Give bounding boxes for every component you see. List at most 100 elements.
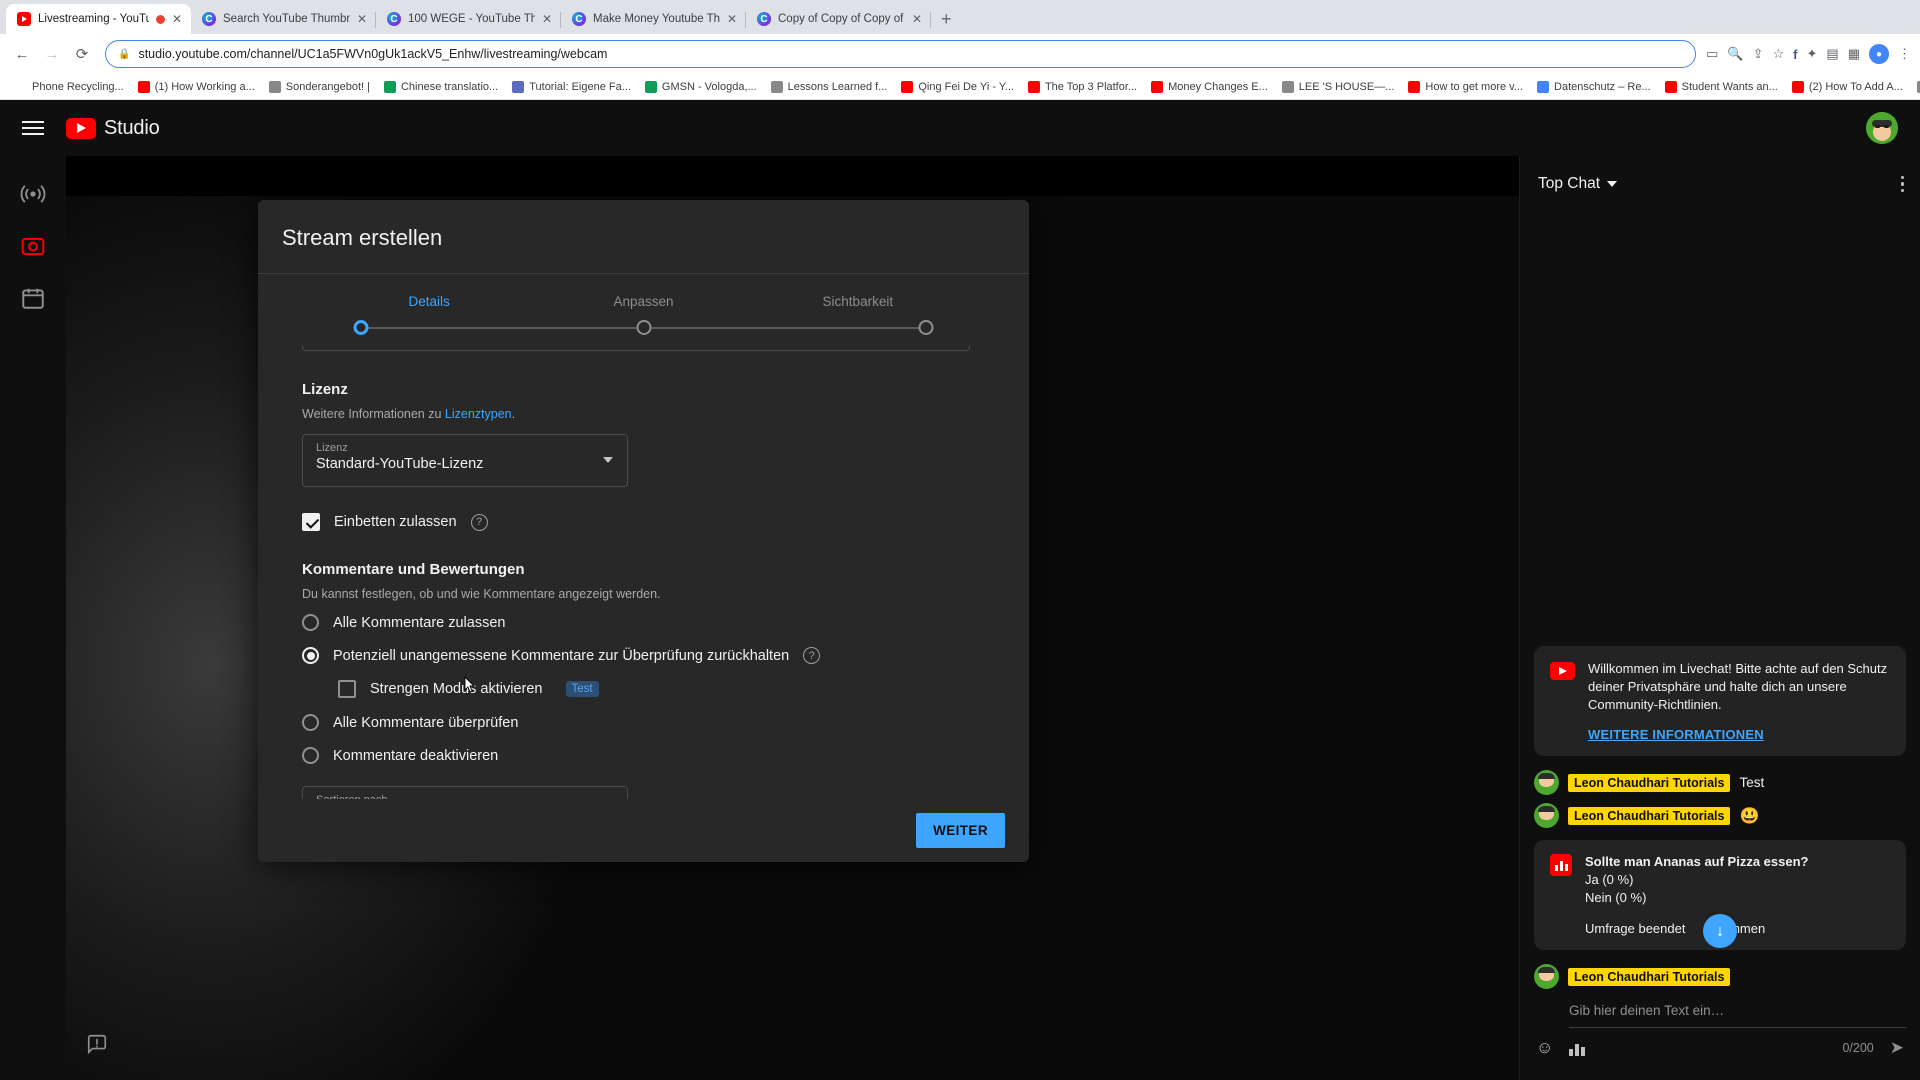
- help-icon[interactable]: ?: [470, 513, 488, 531]
- chat-poll: Sollte man Ananas auf Pizza essen? Ja (0…: [1534, 840, 1906, 950]
- dialog-footer: WEITER: [258, 799, 1029, 862]
- close-icon[interactable]: ✕: [542, 13, 552, 25]
- bookmark-item[interactable]: Sonderangebot! |: [262, 80, 377, 93]
- bookmark-item[interactable]: (1) How Working a...: [131, 80, 262, 93]
- search-icon[interactable]: 🔍: [1727, 46, 1743, 62]
- strict-mode-row[interactable]: Strengen Modus aktivieren Test: [338, 676, 985, 698]
- step-dot-anpassen[interactable]: [636, 320, 651, 335]
- sidebar-item-webcam[interactable]: [0, 220, 66, 272]
- browser-toolbar: ← → ⟳ 🔒 studio.youtube.com/channel/UC1a5…: [0, 34, 1920, 74]
- bookmark-item[interactable]: (2) How To Add A...: [1785, 80, 1910, 93]
- help-icon[interactable]: ?: [803, 647, 821, 664]
- comment-option-allow-all[interactable]: Alle Kommentare zulassen: [302, 614, 985, 631]
- close-icon[interactable]: ✕: [172, 13, 182, 25]
- comment-option-disable[interactable]: Kommentare deaktivieren: [302, 747, 985, 764]
- address-bar[interactable]: 🔒 studio.youtube.com/channel/UC1a5FWVn0g…: [105, 40, 1697, 68]
- reload-icon[interactable]: ⟳: [69, 41, 95, 67]
- license-select[interactable]: Lizenz Standard-YouTube-Lizenz: [302, 434, 628, 487]
- step-label-sichtbarkeit[interactable]: Sichtbarkeit: [751, 294, 965, 309]
- allow-embedding-row[interactable]: Einbetten zulassen ?: [302, 513, 985, 531]
- more-info-link[interactable]: WEITERE INFORMATIONEN: [1588, 727, 1890, 742]
- bookmark-label: (2) How To Add A...: [1808, 80, 1903, 93]
- avatar[interactable]: [1534, 770, 1559, 796]
- bookmark-item[interactable]: Student Wants an...: [1658, 80, 1785, 93]
- bookmark-item[interactable]: Datenschutz – Re...: [1530, 80, 1658, 93]
- sidepanel-icon[interactable]: ▤: [1826, 46, 1838, 62]
- bookmark-favicon-icon: [15, 80, 27, 93]
- avatar[interactable]: [1866, 112, 1898, 144]
- close-icon[interactable]: ✕: [357, 13, 367, 25]
- bookmark-item[interactable]: Tutorial: Eigene Fa...: [505, 80, 638, 93]
- close-icon[interactable]: ✕: [912, 13, 922, 25]
- bookmark-item[interactable]: Money Changes E...: [1144, 80, 1275, 93]
- strict-mode-checkbox[interactable]: [338, 680, 356, 698]
- send-icon[interactable]: ➤: [1890, 1038, 1904, 1058]
- scroll-to-bottom-button[interactable]: ↓: [1703, 914, 1737, 948]
- menu-icon[interactable]: ⋮: [1898, 46, 1911, 62]
- puzzle-icon[interactable]: ✦: [1807, 46, 1818, 62]
- cast-icon[interactable]: ▭: [1706, 46, 1718, 62]
- browser-tab[interactable]: 100 WEGE - YouTube Thumbna ✕: [376, 4, 561, 34]
- bookmark-item[interactable]: How to get more v...: [1401, 80, 1530, 93]
- extension-icon[interactable]: ▦: [1848, 46, 1860, 62]
- bookmark-item[interactable]: The Top 3 Platfor...: [1021, 80, 1144, 93]
- tab-title: Livestreaming - YouTube S: [38, 13, 149, 25]
- hamburger-icon[interactable]: [22, 121, 44, 135]
- chat-feed: Willkommen im Livechat! Bitte achte auf …: [1520, 212, 1920, 1080]
- browser-tab[interactable]: Make Money Youtube Thumbna ✕: [561, 4, 746, 34]
- dialog-body: Lizenz Weitere Informationen zu Lizenzty…: [258, 345, 1029, 799]
- kebab-menu-icon[interactable]: [1900, 175, 1904, 193]
- toolbar-icons: ▭ 🔍 ⇪ ☆ f ✦ ▤ ▦ ● ⋮: [1706, 44, 1911, 64]
- bookmark-item[interactable]: Download - Cooki...: [1910, 80, 1920, 93]
- step-dot-sichtbarkeit[interactable]: [918, 320, 934, 335]
- bookmark-label: Datenschutz – Re...: [1554, 80, 1651, 93]
- clipped-field-above[interactable]: [302, 345, 970, 351]
- sort-by-select[interactable]: Sortieren nach Beste: [302, 786, 628, 799]
- close-icon[interactable]: ✕: [727, 13, 737, 25]
- facebook-icon[interactable]: f: [1793, 47, 1797, 62]
- browser-tab[interactable]: Search YouTube Thumbnail - C ✕: [191, 4, 376, 34]
- create-stream-dialog: Stream erstellen Details Anpassen Sichtb…: [258, 200, 1029, 862]
- studio-logo[interactable]: Studio: [66, 117, 160, 140]
- chat-message-text: 😃: [1739, 807, 1760, 825]
- browser-tab[interactable]: Livestreaming - YouTube S ✕: [6, 4, 191, 34]
- bookmark-item[interactable]: LEE 'S HOUSE—...: [1275, 80, 1402, 93]
- forward-icon[interactable]: →: [39, 41, 65, 67]
- next-button[interactable]: WEITER: [916, 813, 1005, 848]
- character-count: 0/200: [1842, 1041, 1874, 1055]
- radio-button[interactable]: [302, 747, 319, 764]
- radio-label: Alle Kommentare zulassen: [333, 614, 506, 631]
- browser-tab[interactable]: Copy of Copy of Copy of Copy ✕: [746, 4, 931, 34]
- bookmark-item[interactable]: Phone Recycling...: [8, 80, 131, 93]
- step-label-anpassen[interactable]: Anpassen: [536, 294, 750, 309]
- chat-mode-selector[interactable]: Top Chat: [1538, 175, 1618, 193]
- radio-button[interactable]: [302, 614, 319, 631]
- radio-label: Alle Kommentare überprüfen: [333, 714, 519, 731]
- license-types-link[interactable]: Lizenztypen: [445, 407, 512, 421]
- avatar[interactable]: [1534, 803, 1559, 829]
- radio-button[interactable]: [302, 647, 319, 664]
- avatar[interactable]: [1534, 964, 1559, 989]
- radio-button[interactable]: [302, 714, 319, 731]
- chat-input[interactable]: Gib hier deinen Text ein…: [1569, 997, 1906, 1028]
- bookmark-item[interactable]: Lessons Learned f...: [764, 80, 895, 93]
- bookmark-item[interactable]: Qing Fei De Yi - Y...: [894, 80, 1021, 93]
- comment-option-hold-inappropriate[interactable]: Potenziell unangemessene Kommentare zur …: [302, 647, 985, 664]
- new-tab-button[interactable]: +: [941, 10, 952, 28]
- bookmark-item[interactable]: GMSN - Vologda,...: [638, 80, 764, 93]
- feedback-icon[interactable]: [86, 1033, 108, 1060]
- comment-option-review-all[interactable]: Alle Kommentare überprüfen: [302, 714, 985, 731]
- step-dot-details[interactable]: [353, 320, 369, 335]
- bookmark-item[interactable]: Chinese translatio...: [377, 80, 505, 93]
- allow-embedding-checkbox[interactable]: [302, 513, 320, 531]
- sidebar-item-schedule[interactable]: [0, 272, 66, 324]
- sidebar-item-livestream[interactable]: [0, 168, 66, 220]
- emoji-icon[interactable]: ☺: [1536, 1038, 1553, 1058]
- profile-icon[interactable]: ●: [1869, 44, 1889, 64]
- poll-icon[interactable]: [1569, 1040, 1587, 1056]
- star-icon[interactable]: ☆: [1773, 46, 1785, 62]
- browser-window: Livestreaming - YouTube S ✕ Search YouTu…: [0, 0, 1920, 1080]
- step-label-details[interactable]: Details: [322, 294, 536, 309]
- back-icon[interactable]: ←: [9, 41, 35, 67]
- share-icon[interactable]: ⇪: [1753, 46, 1764, 62]
